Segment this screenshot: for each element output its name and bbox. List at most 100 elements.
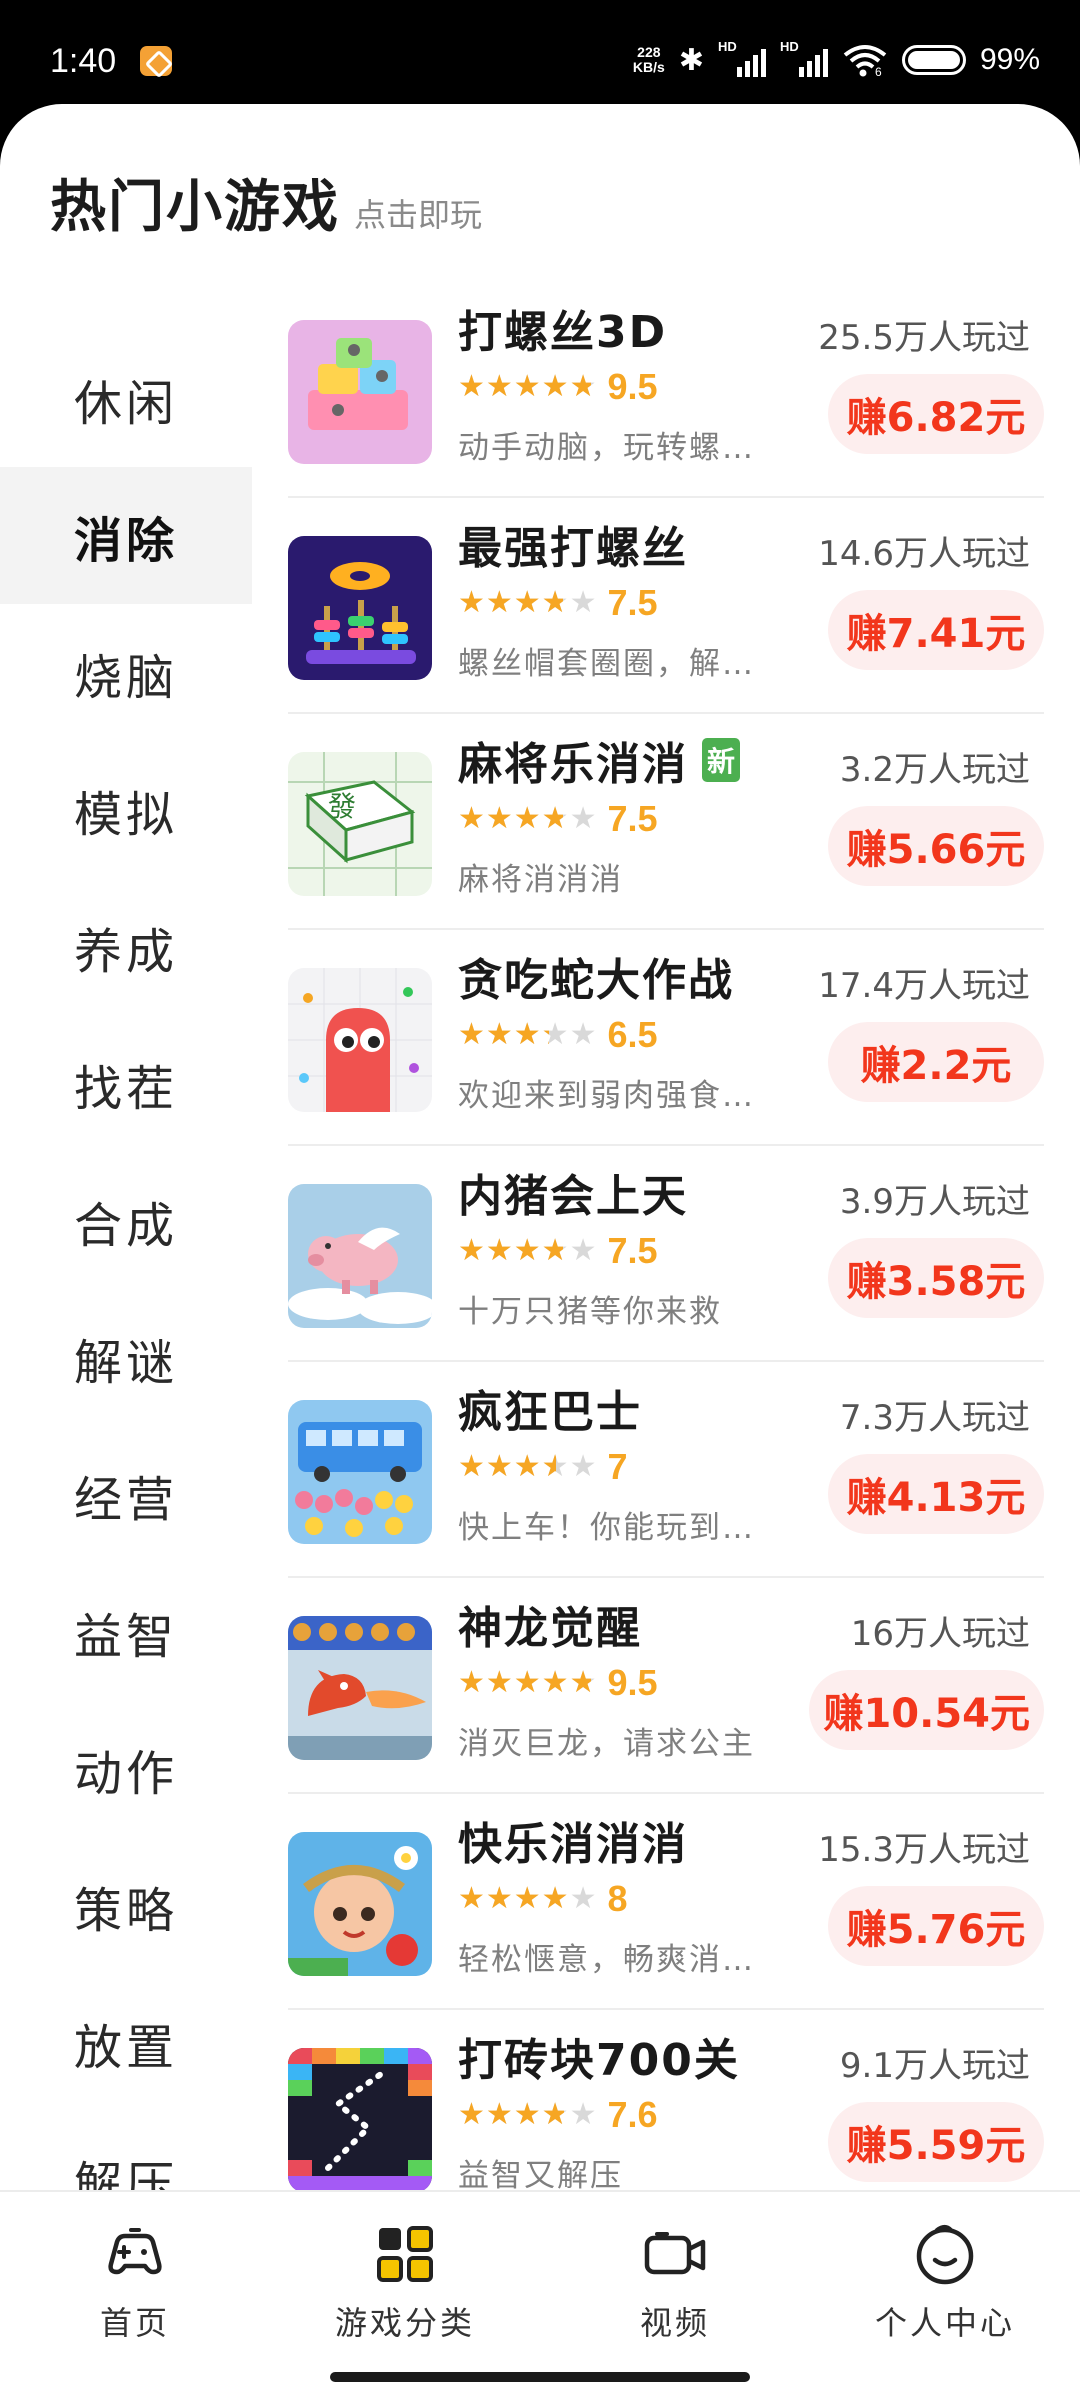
tab-video[interactable]: 视频 xyxy=(540,2216,810,2344)
game-title-line: 内猪会上天 xyxy=(458,1160,688,1224)
game-player-count: 14.6万人玩过 xyxy=(818,534,1030,574)
game-name: 打螺丝3D xyxy=(458,307,668,358)
game-name: 快乐消消消 xyxy=(458,1819,688,1870)
game-score: 8 xyxy=(607,1878,628,1919)
category-item-match[interactable]: 消除 xyxy=(0,467,252,604)
tab-home[interactable]: 首页 xyxy=(0,2216,270,2344)
category-item-strategy[interactable]: 策略 xyxy=(0,1837,252,1974)
game-thumbnail[interactable] xyxy=(288,1832,432,1976)
gamepad-icon xyxy=(108,2228,162,2275)
svg-text:6: 6 xyxy=(875,65,882,77)
game-player-count: 3.2万人玩过 xyxy=(839,750,1030,790)
bottom-tab-bar: 首页 游戏分类 视频 个人中心 xyxy=(0,2190,1080,2400)
category-item-management[interactable]: 经营 xyxy=(0,1426,252,1563)
earn-reward-button[interactable]: 赚6.82元 xyxy=(828,374,1044,454)
game-thumbnail[interactable] xyxy=(288,2048,432,2192)
game-rating: ★★★★★★★★★★ 8 xyxy=(458,1878,628,1920)
battery-icon xyxy=(901,45,966,75)
game-rating: ★★★★★ ★★★★★ 9.5 xyxy=(458,1662,658,1704)
game-score: 9.5 xyxy=(607,1662,658,1703)
tab-label: 游戏分类 xyxy=(334,2304,475,2342)
rating-stars: ★★★★★★★★★★ xyxy=(458,1017,598,1052)
game-rating: ★★★★★★★★★★ 7.5 xyxy=(458,798,658,840)
category-item-idle[interactable]: 放置 xyxy=(0,1974,252,2111)
game-thumbnail[interactable] xyxy=(288,1616,432,1760)
game-rating: ★★★★★★★★★★ 7.5 xyxy=(458,582,658,624)
tab-label: 首页 xyxy=(99,2304,170,2342)
game-score: 7 xyxy=(607,1446,628,1487)
earn-reward-button[interactable]: 赚7.41元 xyxy=(828,590,1044,670)
category-item-casual[interactable]: 休闲 xyxy=(0,330,252,467)
bluetooth-icon: ✱ xyxy=(678,43,704,77)
tab-label: 视频 xyxy=(639,2304,710,2342)
game-description: 快上车！你能玩到… xyxy=(458,1510,755,1546)
network-speed-value: 228 xyxy=(637,44,661,60)
game-score: 6.5 xyxy=(607,1014,658,1055)
game-title-line: 贪吃蛇大作战 xyxy=(458,944,734,1008)
category-item-brain[interactable]: 烧脑 xyxy=(0,604,252,741)
game-title-line: 打螺丝3D xyxy=(458,296,667,360)
category-item-puzzle[interactable]: 解谜 xyxy=(0,1289,252,1426)
game-title-line: 打砖块700关 xyxy=(458,2024,740,2088)
game-row[interactable]: 快乐消消消 ★★★★★★★★★★ 8 轻松惬意，畅爽消… 15.3万人玩过赚5.76元 xyxy=(288,1794,1044,2010)
games-sheet: 热门小游戏 点击即玩 休闲 消除 烧脑 模拟 养成 找茬 合成 解谜 经营 益智… xyxy=(0,104,1080,2400)
status-time: 1:40 xyxy=(50,42,117,80)
tab-game-categories[interactable]: 游戏分类 xyxy=(270,2216,540,2344)
rating-stars: ★★★★★★★★★★ xyxy=(458,1881,598,1916)
game-thumbnail[interactable] xyxy=(288,968,432,1112)
game-thumbnail[interactable] xyxy=(288,320,432,464)
earn-reward-button[interactable]: 赚3.58元 xyxy=(828,1238,1044,1318)
earn-reward-button[interactable]: 赚2.2元 xyxy=(828,1022,1044,1102)
network-speed-unit: KB/s xyxy=(632,59,665,75)
notification-app-icon xyxy=(140,46,172,76)
earn-reward-button[interactable]: 赚5.59元 xyxy=(828,2102,1044,2182)
game-player-count: 15.3万人玩过 xyxy=(818,1830,1030,1870)
earn-reward-button[interactable]: 赚5.66元 xyxy=(828,806,1044,886)
category-sidebar: 休闲 消除 烧脑 模拟 养成 找茬 合成 解谜 经营 益智 动作 策略 放置 解… xyxy=(0,330,252,2248)
game-score: 7.5 xyxy=(607,1230,658,1271)
game-thumbnail[interactable] xyxy=(288,1400,432,1544)
game-score: 9.5 xyxy=(607,366,658,407)
game-row[interactable]: 贪吃蛇大作战 ★★★★★★★★★★ 6.5 欢迎来到弱肉强食… 17.4万人玩过赚2.2… xyxy=(288,930,1044,1146)
category-item-merge[interactable]: 合成 xyxy=(0,1152,252,1289)
game-description: 欢迎来到弱肉强食… xyxy=(458,1078,755,1114)
header: 热门小游戏 点击即玩 xyxy=(50,162,482,243)
game-player-count: 9.1万人玩过 xyxy=(839,2046,1030,2086)
earn-reward-button[interactable]: 赚4.13元 xyxy=(828,1454,1044,1534)
home-indicator[interactable] xyxy=(330,2372,750,2382)
category-item-simulation[interactable]: 模拟 xyxy=(0,741,252,878)
game-thumbnail[interactable] xyxy=(288,536,432,680)
game-row[interactable]: 内猪会上天 ★★★★★★★★★★ 7.5 十万只猪等你来救 3.9万人玩过赚3.58元 xyxy=(288,1146,1044,1362)
game-row[interactable]: 發 麻将乐消消新 ★★★★★★★★★★ 7.5 麻将消消消 3.2万人玩过赚5.66元 xyxy=(288,714,1044,930)
game-row[interactable]: 神龙觉醒 ★★★★★ ★★★★★ 9.5 消灭巨龙，请求公主 16万人玩过 赚10.54元 xyxy=(288,1578,1044,1794)
game-rating: ★★★★★ ★★★★★ 9.5 xyxy=(458,366,658,408)
earn-reward-button[interactable]: 赚5.76元 xyxy=(828,1886,1044,1966)
game-row[interactable]: 疯狂巴士 ★★★★★★★★★★ 7 快上车！你能玩到… 7.3万人玩过赚4.13元 xyxy=(288,1362,1044,1578)
rating-stars: ★★★★★★★★★★ xyxy=(458,585,598,620)
signal-hd-label: HD xyxy=(717,39,737,54)
tab-profile[interactable]: 个人中心 xyxy=(810,2216,1080,2344)
game-row[interactable]: 打螺丝3D ★★★★★ ★★★★★ 9.5 动手动脑，玩转螺… 25.5万人玩过 赚6.82… xyxy=(288,282,1044,498)
game-score: 7.5 xyxy=(607,582,658,623)
game-description: 益智又解压 xyxy=(458,2158,623,2194)
earn-reward-button[interactable]: 赚10.54元 xyxy=(809,1670,1044,1750)
category-item-educational[interactable]: 益智 xyxy=(0,1563,252,1700)
network-speed: 228 KB/s xyxy=(633,45,665,75)
rating-stars: ★★★★★★★★★★ xyxy=(458,1665,598,1700)
category-item-action[interactable]: 动作 xyxy=(0,1700,252,1837)
signal-hd-label: HD xyxy=(779,39,799,54)
game-thumbnail[interactable]: 發 xyxy=(288,752,432,896)
game-player-count: 25.5万人玩过 xyxy=(818,318,1030,358)
category-item-raising[interactable]: 养成 xyxy=(0,878,252,1015)
category-item-spot-difference[interactable]: 找茬 xyxy=(0,1015,252,1152)
game-thumbnail[interactable] xyxy=(288,1184,432,1328)
game-name: 打砖块700关 xyxy=(458,2035,740,2086)
game-row[interactable]: 最强打螺丝 ★★★★★★★★★★ 7.5 螺丝帽套圈圈，解… 14.6万人玩过赚7.41… xyxy=(288,498,1044,714)
page-title: 热门小游戏 xyxy=(50,175,340,240)
game-title-line: 疯狂巴士 xyxy=(458,1376,642,1440)
game-description: 消灭巨龙，请求公主 xyxy=(458,1726,755,1762)
game-name: 麻将乐消消 xyxy=(458,739,688,790)
rating-stars: ★★★★★★★★★★ xyxy=(458,2097,598,2132)
rating-stars: ★★★★★★★★★★ xyxy=(458,369,598,404)
tab-label: 个人中心 xyxy=(874,2304,1015,2342)
